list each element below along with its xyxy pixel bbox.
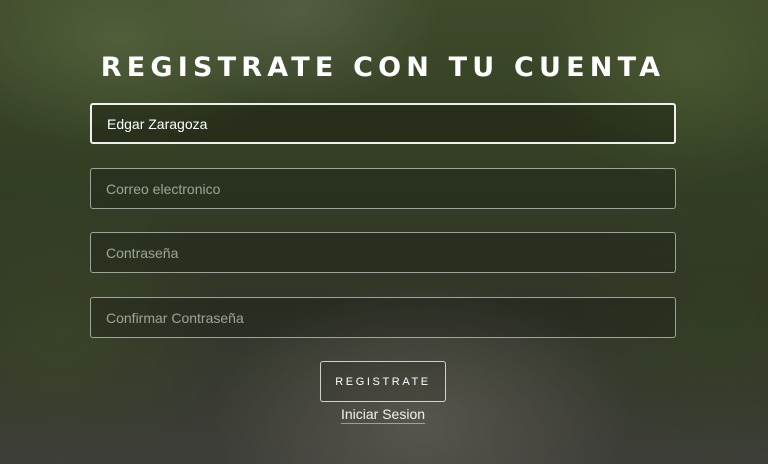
page-title: REGISTRATE CON TU CUENTA [100, 52, 666, 83]
password-field[interactable] [90, 232, 676, 273]
register-button[interactable]: REGISTRATE [320, 361, 446, 402]
email-field[interactable] [90, 168, 676, 209]
name-field[interactable] [90, 103, 676, 144]
confirm-password-field[interactable] [90, 297, 676, 338]
login-link-label: Iniciar Sesion [340, 406, 426, 424]
confirm-password-input[interactable] [106, 309, 660, 326]
email-input[interactable] [106, 180, 660, 197]
login-link[interactable]: Iniciar Sesion [300, 405, 466, 424]
password-input[interactable] [106, 244, 660, 261]
name-input[interactable] [107, 115, 659, 132]
register-form: REGISTRATE CON TU CUENTA REGISTRATE Inic… [0, 0, 768, 464]
